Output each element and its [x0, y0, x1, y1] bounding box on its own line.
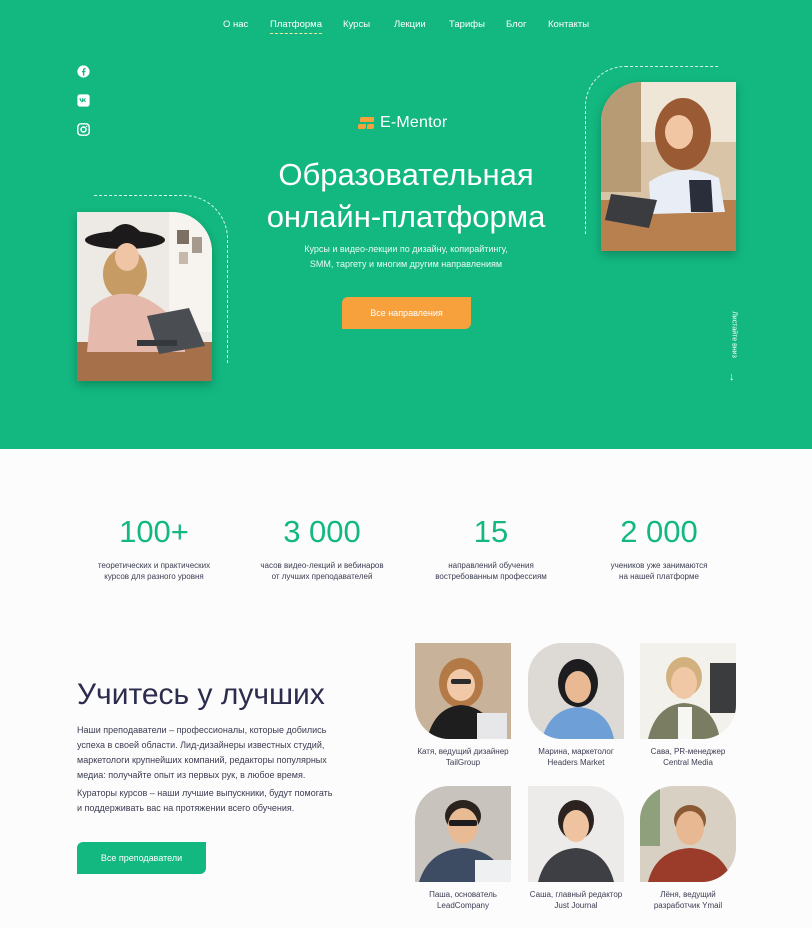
nav-link-about[interactable]: О нас: [223, 19, 248, 30]
teacher-caption: Паша, основатель LeadCompany: [429, 890, 497, 910]
teacher-caption: Марина, маркетолог Headers Market: [538, 747, 614, 767]
stat-directions: 15 направлений обучения востребованным пр…: [411, 512, 571, 582]
teacher-photo: [640, 786, 736, 882]
nav-link-blog[interactable]: Блог: [506, 19, 527, 30]
hero-subtitle: Курсы и видео-лекции по дизайну, копирай…: [0, 242, 812, 272]
nav-link-pricing[interactable]: Тарифы: [449, 19, 485, 30]
brand-logo[interactable]: E-Mentor: [358, 114, 447, 132]
teacher-photo: [415, 643, 511, 739]
teachers-paragraph-1: Наши преподаватели – профессионалы, кото…: [77, 725, 327, 780]
hero-subtitle-line2: SMM, таргету и многим другим направления…: [309, 259, 503, 269]
scroll-hint[interactable]: Листайте вниз ↓: [727, 305, 741, 385]
nav-link-courses[interactable]: Курсы: [343, 19, 370, 30]
teacher-caption: Лёня, ведущий разработчик Ymail: [653, 890, 723, 910]
arrow-down-icon: ↓: [729, 371, 735, 383]
hero-section: О нас Платформа Курсы Лекции Тарифы Блог…: [0, 0, 812, 449]
teacher-photo: [640, 643, 736, 739]
stat-label: часов видео-лекций и вебинаров от лучших …: [260, 561, 384, 581]
hero-title: Образовательная онлайн-платформа: [0, 154, 812, 238]
all-directions-button[interactable]: Все направления: [342, 297, 471, 329]
logo-icon: [358, 116, 374, 130]
teacher-photo: [528, 643, 624, 739]
nav-link-platform[interactable]: Платформа: [270, 19, 322, 34]
teacher-card[interactable]: Марина, маркетолог Headers Market: [528, 643, 624, 768]
stat-courses: 100+ теоретических и практических курсов …: [74, 512, 234, 582]
stat-label: направлений обучения востребованным профе…: [435, 561, 547, 581]
teacher-caption: Сава, PR-менеджер Central Media: [650, 747, 726, 767]
vk-icon[interactable]: [77, 94, 90, 107]
nav-link-lectures[interactable]: Лекции: [394, 19, 426, 30]
teacher-card[interactable]: Паша, основатель LeadCompany: [415, 786, 511, 911]
stat-students: 2 000 учеников уже занимаются на нашей пл…: [579, 512, 739, 582]
teachers-title: Учитесь у лучших: [77, 678, 325, 711]
stat-value: 100+: [119, 514, 189, 549]
hero-title-line2: онлайн-платформа: [266, 199, 546, 234]
stat-label: учеников уже занимаются на нашей платформ…: [610, 561, 708, 581]
facebook-icon[interactable]: [77, 65, 90, 78]
instagram-icon[interactable]: [77, 123, 90, 136]
scroll-hint-label: Листайте вниз: [730, 311, 738, 358]
teacher-card[interactable]: Лёня, ведущий разработчик Ymail: [640, 786, 736, 911]
stat-label: теоретических и практических курсов для р…: [97, 561, 211, 581]
teacher-photo: [528, 786, 624, 882]
all-teachers-button[interactable]: Все преподаватели: [77, 842, 206, 874]
teachers-paragraph-2: Кураторы курсов – наши лучшие выпускники…: [77, 788, 333, 813]
brand-name: E-Mentor: [380, 114, 448, 131]
hero-title-line1: Образовательная: [278, 157, 534, 192]
stat-hours: 3 000 часов видео-лекций и вебинаров от л…: [242, 512, 402, 582]
stat-value: 3 000: [283, 514, 361, 549]
teacher-card[interactable]: Сава, PR-менеджер Central Media: [640, 643, 736, 768]
teacher-photo: [415, 786, 511, 882]
teacher-card[interactable]: Катя, ведущий дизайнер TailGroup: [415, 643, 511, 768]
teacher-caption: Саша, главный редактор Just Journal: [529, 890, 623, 910]
teacher-caption: Катя, ведущий дизайнер TailGroup: [417, 747, 509, 767]
hero-subtitle-line1: Курсы и видео-лекции по дизайну, копирай…: [304, 244, 508, 254]
teacher-card[interactable]: Саша, главный редактор Just Journal: [528, 786, 624, 911]
stat-value: 15: [473, 514, 509, 549]
stat-value: 2 000: [620, 514, 698, 549]
nav-link-contacts[interactable]: Контакты: [548, 19, 589, 30]
